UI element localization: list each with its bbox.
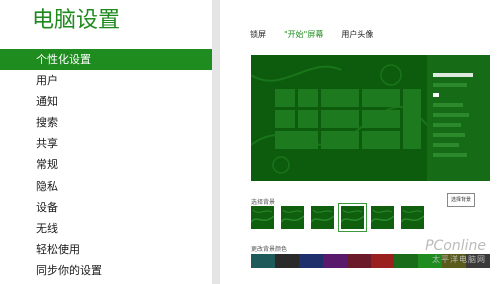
watermark-cn: 太平洋电脑网: [432, 255, 486, 264]
settings-nav-pane: 电脑设置 个性化设置 用户 通知 搜索 共享 常规 隐私 设备 无线 轻松使用 同步你的设置: [0, 0, 212, 284]
preview-settings-panel: [427, 55, 490, 181]
preview-panel-row: [433, 123, 461, 127]
preview-tile: [362, 89, 400, 107]
preview-tile: [362, 131, 400, 149]
preview-panel-row: [433, 153, 467, 157]
preview-tile: [321, 131, 359, 149]
menu-item[interactable]: 隐私: [0, 176, 212, 197]
preview-panel-row: [433, 133, 465, 137]
menu-item[interactable]: 个性化设置: [0, 49, 212, 71]
preview-panel-row: [433, 143, 459, 147]
content-pane: 锁屏 "开始"屏幕 用户头像 选择背景 选择背景 更改背景颜色 PConline…: [220, 0, 500, 284]
start-screen-preview: [251, 55, 490, 181]
background-thumbnail[interactable]: [281, 206, 304, 229]
menu-item[interactable]: 用户: [0, 70, 212, 91]
color-section-label: 更改背景颜色: [251, 246, 288, 253]
menu-item[interactable]: 通知: [0, 91, 212, 112]
preview-tile: [275, 110, 295, 128]
background-section-label: 选择背景: [251, 199, 276, 206]
menu-item[interactable]: 常规: [0, 154, 212, 175]
nav-scrollbar[interactable]: [212, 0, 220, 284]
preview-panel-row: [433, 103, 463, 107]
preview-panel-row: [433, 113, 469, 117]
background-thumbnail[interactable]: [371, 206, 394, 229]
tab[interactable]: 锁屏: [250, 29, 266, 40]
preview-tile: [275, 131, 318, 149]
color-swatch[interactable]: [274, 254, 299, 268]
preview-tile: [298, 110, 318, 128]
preview-tile: [321, 110, 359, 128]
color-swatch[interactable]: [394, 254, 419, 268]
settings-menu: 个性化设置 用户 通知 搜索 共享 常规 隐私 设备 无线 轻松使用 同步你的设置: [0, 49, 212, 281]
menu-item[interactable]: 共享: [0, 133, 212, 154]
tab[interactable]: 用户头像: [341, 29, 373, 40]
color-swatch[interactable]: [298, 254, 323, 268]
preview-panel-row: [433, 83, 467, 87]
color-swatch[interactable]: [322, 254, 347, 268]
background-thumbnail[interactable]: [311, 206, 334, 229]
preview-tile: [275, 89, 295, 107]
choose-background-button[interactable]: 选择背景: [447, 193, 475, 207]
preview-panel-row: [433, 93, 439, 97]
menu-item[interactable]: 搜索: [0, 112, 212, 133]
tab-bar: 锁屏 "开始"屏幕 用户头像: [250, 29, 391, 40]
menu-item[interactable]: 轻松使用: [0, 239, 212, 260]
preview-tile: [403, 89, 421, 149]
tab[interactable]: "开始"屏幕: [284, 29, 323, 40]
preview-tile: [321, 89, 359, 107]
menu-item[interactable]: 同步你的设置: [0, 260, 212, 281]
color-swatch[interactable]: [346, 254, 371, 268]
preview-tile: [362, 110, 400, 128]
menu-item[interactable]: 无线: [0, 218, 212, 239]
watermark: PConline 太平洋电脑网: [425, 238, 486, 265]
background-thumbnail[interactable]: [339, 204, 366, 231]
color-swatch[interactable]: [370, 254, 395, 268]
color-swatch[interactable]: [251, 254, 275, 268]
app-title: 电脑设置: [32, 8, 121, 33]
menu-item[interactable]: 设备: [0, 197, 212, 218]
background-thumbnail[interactable]: [251, 206, 274, 229]
background-thumbnail[interactable]: [401, 206, 424, 229]
watermark-brand: PConline: [425, 238, 486, 254]
preview-tile: [298, 89, 318, 107]
preview-panel-row: [433, 73, 473, 77]
